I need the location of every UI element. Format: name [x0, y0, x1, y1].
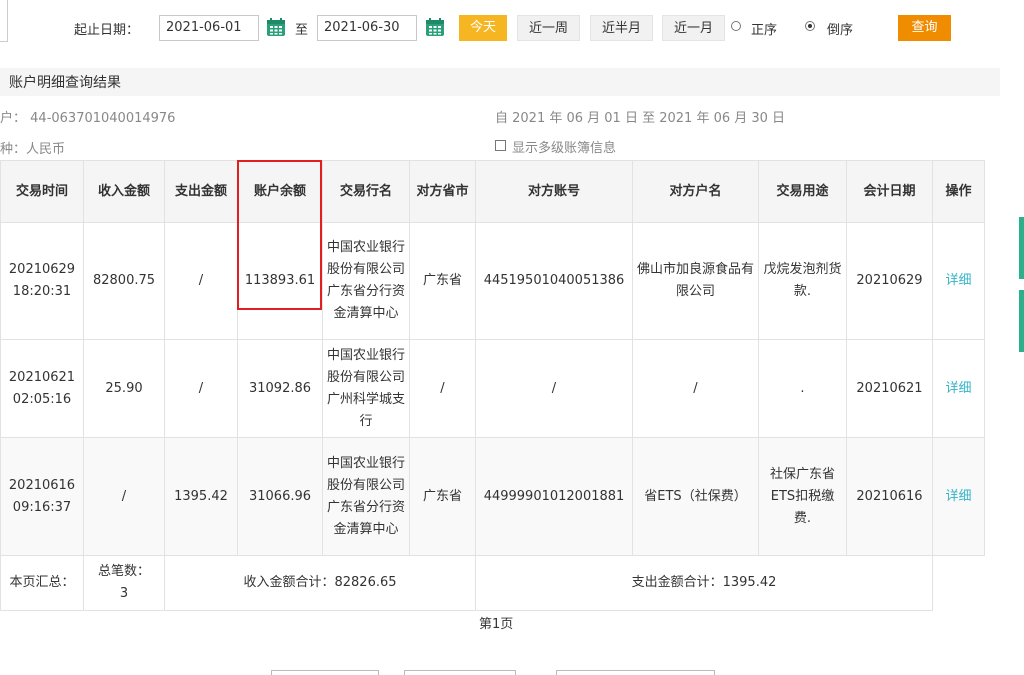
to-label: 至 [295, 23, 309, 38]
income-cell: / [83, 437, 165, 556]
table-row: 20210629 18:20:31 82800.75 / 113893.61 中国… [0, 222, 985, 340]
ascending-label: 正序 [751, 23, 778, 38]
column-header: 交易时间 [0, 160, 84, 223]
table-header-row: 交易时间 收入金额 支出金额 账户余额 交易行名 对方省市 对方账号 对方户名 … [0, 160, 985, 223]
table-row: 20210621 02:05:16 25.90 / 31092.86 中国农业银行… [0, 339, 985, 438]
summary-count-cell: 总笔数： 3 [83, 555, 165, 611]
counterparty-name-cell: 佛山市加良源食品有限公司 [632, 222, 759, 340]
purpose-cell: . [758, 339, 847, 438]
income-cell: 25.90 [83, 339, 165, 438]
summary-count-value: 3 [119, 586, 129, 601]
last-half-month-button[interactable]: 近半月 [590, 15, 653, 41]
column-header: 账户余额 [237, 160, 323, 223]
counterparty-account-cell: 44999901012001881 [475, 437, 633, 556]
result-title-bar [0, 68, 1000, 96]
column-header: 对方省市 [409, 160, 476, 223]
transaction-time-cell: 20210629 18:20:31 [0, 222, 84, 340]
column-header: 支出金额 [164, 160, 238, 223]
descending-label: 倒序 [827, 23, 854, 38]
summary-empty-cell [932, 555, 985, 611]
action-cell: 详细 [932, 437, 985, 556]
column-header: 交易行名 [322, 160, 410, 223]
calendar-icon[interactable] [266, 17, 286, 37]
column-header: 交易用途 [758, 160, 847, 223]
transaction-time: 02:05:16 [12, 391, 72, 407]
transaction-time-cell: 20210616 09:16:37 [0, 437, 84, 556]
column-header: 会计日期 [846, 160, 933, 223]
balance-cell: 31066.96 [237, 437, 323, 556]
detail-link[interactable]: 详细 [945, 489, 971, 504]
counterparty-name-cell: / [632, 339, 759, 438]
multi-level-label: 显示多级账簿信息 [512, 141, 617, 156]
transaction-date: 20210616 [8, 477, 76, 493]
last-week-button[interactable]: 近一周 [517, 15, 580, 41]
province-cell: / [409, 339, 476, 438]
start-date-input[interactable]: 2021-06-01 [159, 15, 259, 41]
date-filter-bar: 起止日期： 2021-06-01 至 2021-06-30 今天 近一周 近半月… [0, 0, 1000, 56]
date-range-label: 起止日期： [74, 23, 140, 38]
transaction-date: 20210629 [8, 262, 76, 277]
counterparty-account-cell: 44519501040051386 [475, 222, 633, 340]
column-header: 操作 [932, 160, 985, 223]
date-range-text: 自 2021 年 06 月 01 日 至 2021 年 06 月 30 日 [495, 111, 786, 126]
province-cell: 广东省 [409, 222, 476, 340]
bank-name-cell: 中国农业银行股份有限公司广东省分行资金清算中心 [322, 222, 410, 340]
expense-total-cell: 支出金额合计：1395.42 [475, 555, 933, 611]
transaction-date: 20210621 [8, 369, 76, 385]
result-title: 账户明细查询结果 [9, 75, 121, 91]
action-cell: 详细 [932, 339, 985, 438]
query-button[interactable]: 查询 [898, 15, 951, 41]
summary-label-cell: 本页汇总： [0, 555, 84, 611]
bottom-button-edge[interactable] [404, 670, 516, 675]
income-total-cell: 收入金额合计：82826.65 [164, 555, 476, 611]
multi-level-checkbox[interactable] [495, 140, 506, 151]
today-button[interactable]: 今天 [459, 15, 507, 41]
column-header: 收入金额 [83, 160, 165, 223]
table-row: 20210616 09:16:37 / 1395.42 31066.96 中国农业… [0, 437, 985, 556]
counterparty-name-cell: 省ETS（社保费） [632, 437, 759, 556]
detail-link[interactable]: 详细 [945, 381, 971, 396]
account-number: 44-063701040014976 [30, 111, 176, 126]
purpose-cell: 戊烷发泡剂货款. [758, 222, 847, 340]
action-cell: 详细 [932, 222, 985, 340]
detail-link[interactable]: 详细 [945, 273, 971, 288]
transaction-time: 18:20:31 [12, 284, 72, 299]
transaction-time: 09:16:37 [12, 499, 72, 515]
column-header: 对方账号 [475, 160, 633, 223]
account-info: 长户： 44-063701040014976 [0, 107, 175, 126]
bottom-button-edge[interactable] [271, 670, 379, 675]
ascending-radio[interactable] [731, 21, 741, 31]
end-date-input[interactable]: 2021-06-30 [317, 15, 417, 41]
descending-radio[interactable] [805, 21, 815, 31]
expense-cell: / [164, 339, 238, 438]
side-scroll-marker [1019, 290, 1024, 352]
accounting-date-cell: 20210621 [846, 339, 933, 438]
transaction-time-cell: 20210621 02:05:16 [0, 339, 84, 438]
purpose-cell: 社保广东省ETS扣税缴费. [758, 437, 847, 556]
expense-cell: / [164, 222, 238, 340]
column-header: 对方户名 [632, 160, 759, 223]
accounting-date-cell: 20210616 [846, 437, 933, 556]
account-label: 长户： [0, 111, 27, 126]
currency-text: 币种：人民币 [0, 142, 66, 157]
bank-name-cell: 中国农业银行股份有限公司广东省分行资金清算中心 [322, 437, 410, 556]
accounting-date-cell: 20210629 [846, 222, 933, 340]
summary-row: 本页汇总： 总笔数： 3 收入金额合计：82826.65 支出金额合计：1395.… [0, 555, 985, 611]
expense-cell: 1395.42 [164, 437, 238, 556]
page-indicator: 第1页 [479, 617, 514, 632]
bank-name-cell: 中国农业银行股份有限公司广州科学城支行 [322, 339, 410, 438]
balance-cell: 31092.86 [237, 339, 323, 438]
side-scroll-marker [1019, 217, 1024, 279]
last-month-button[interactable]: 近一月 [662, 15, 725, 41]
transaction-table: 交易时间 收入金额 支出金额 账户余额 交易行名 对方省市 对方账号 对方户名 … [0, 160, 985, 611]
calendar-icon[interactable] [425, 17, 445, 37]
bottom-button-edge[interactable] [556, 670, 715, 675]
summary-count-label: 总笔数： [97, 564, 150, 579]
income-cell: 82800.75 [83, 222, 165, 340]
balance-cell: 113893.61 [237, 222, 323, 340]
province-cell: 广东省 [409, 437, 476, 556]
counterparty-account-cell: / [475, 339, 633, 438]
